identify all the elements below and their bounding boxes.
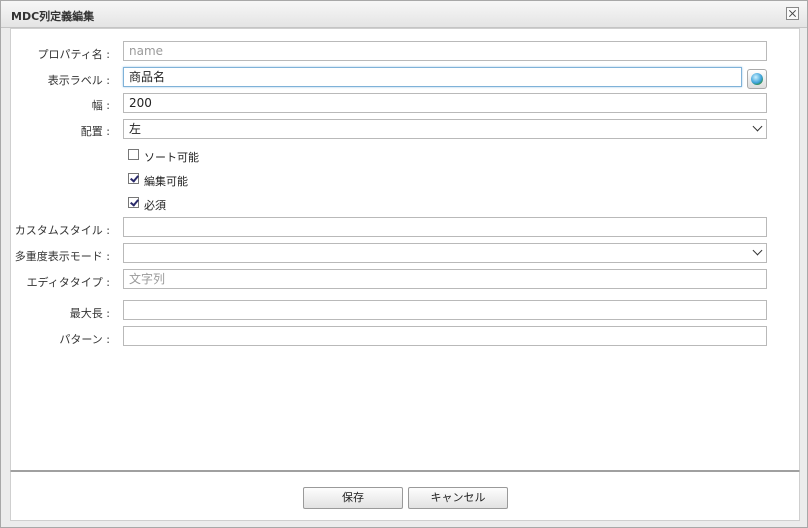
- editor-type-input[interactable]: 文字列: [123, 269, 767, 289]
- display-label-label: 表示ラベル :: [47, 74, 110, 87]
- pattern-input[interactable]: [123, 326, 767, 346]
- alignment-select-value: 左: [129, 122, 142, 136]
- save-button[interactable]: 保存: [303, 487, 403, 509]
- chevron-down-icon: [752, 245, 763, 256]
- alignment-label: 配置 :: [80, 125, 110, 138]
- dialog-footer: 保存 キャンセル: [10, 471, 800, 521]
- mdc-column-edit-dialog: MDC列定義編集 プロパティ名 : name 表示ラベル : 商品名 幅 : 2…: [0, 0, 808, 528]
- property-name-input[interactable]: name: [123, 41, 767, 61]
- custom-style-input[interactable]: [123, 217, 767, 237]
- dialog-title: MDC列定義編集: [11, 10, 95, 23]
- width-label: 幅 :: [91, 99, 110, 112]
- max-length-input[interactable]: [123, 300, 767, 320]
- multiplicity-mode-label: 多重度表示モード :: [14, 250, 110, 263]
- pattern-label: パターン :: [59, 333, 110, 346]
- dialog-titlebar[interactable]: MDC列定義編集: [1, 1, 807, 28]
- cancel-button[interactable]: キャンセル: [408, 487, 508, 509]
- required-checkbox[interactable]: [128, 197, 139, 208]
- editor-type-label: エディタタイプ :: [26, 276, 110, 289]
- alignment-select[interactable]: 左: [123, 119, 767, 139]
- form-panel: プロパティ名 : name 表示ラベル : 商品名 幅 : 200 配置 : 左…: [10, 28, 800, 471]
- close-icon[interactable]: [786, 7, 799, 20]
- custom-style-label: カスタムスタイル :: [14, 224, 110, 237]
- sortable-checkbox[interactable]: [128, 149, 139, 160]
- width-input[interactable]: 200: [123, 93, 767, 113]
- sortable-label: ソート可能: [144, 151, 199, 164]
- required-label: 必須: [144, 199, 166, 212]
- chevron-down-icon: [752, 121, 763, 132]
- max-length-label: 最大長 :: [69, 307, 110, 320]
- editable-label: 編集可能: [144, 175, 188, 188]
- multiplicity-mode-select[interactable]: [123, 243, 767, 263]
- globe-icon[interactable]: [747, 69, 767, 89]
- editable-checkbox[interactable]: [128, 173, 139, 184]
- display-label-input[interactable]: 商品名: [123, 67, 742, 87]
- property-name-label: プロパティ名 :: [37, 48, 110, 61]
